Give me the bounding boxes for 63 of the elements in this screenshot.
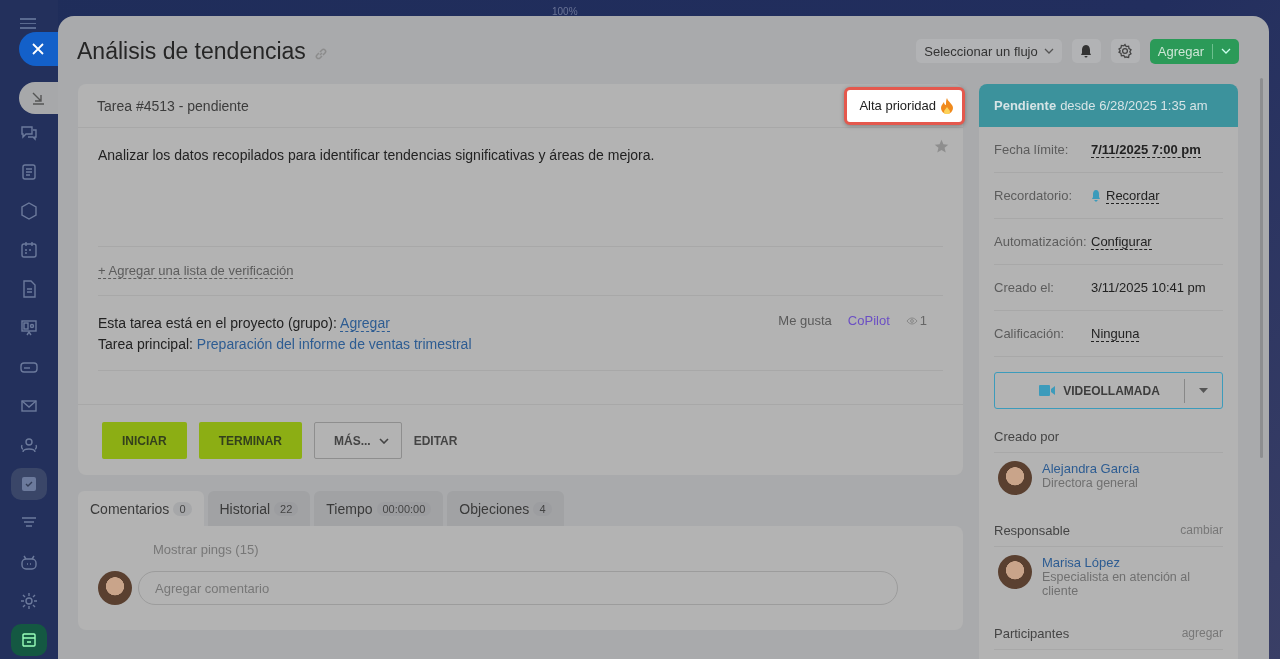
field-value: 3/11/2025 10:41 pm bbox=[1091, 280, 1206, 295]
task-description: Analizar los datos recopilados para identificar tendencias significativas y áreas de mejora. bbox=[98, 146, 656, 163]
chevron-down-icon bbox=[378, 437, 389, 444]
action-button[interactable]: INICIAR bbox=[102, 422, 187, 459]
deadline-value[interactable]: 7/11/2025 7:00 pm bbox=[1091, 141, 1201, 158]
person-name[interactable]: Marisa López bbox=[1042, 555, 1212, 570]
reminder-link[interactable]: Recordar bbox=[1106, 187, 1160, 204]
edit-button[interactable]: EDITAR bbox=[413, 433, 458, 448]
parent-task-link[interactable]: Preparación del informe de ventas trimestral bbox=[196, 336, 472, 352]
task-title: Análisis de tendencias bbox=[77, 37, 306, 65]
flame-icon bbox=[941, 97, 953, 114]
bell-icon bbox=[1091, 189, 1101, 202]
tab[interactable]: Comentarios 0 bbox=[78, 491, 204, 526]
link-icon[interactable] bbox=[313, 47, 328, 61]
camera-icon bbox=[1039, 385, 1056, 396]
add-checklist-link[interactable]: + Agregar una lista de verificación bbox=[98, 263, 294, 279]
project-label: Esta tarea está en el proyecto (grupo): bbox=[98, 315, 337, 331]
action-button[interactable]: TERMINAR bbox=[198, 422, 302, 459]
status-header: Pendiente desde 6/28/2025 1:35 am bbox=[979, 84, 1238, 127]
field-label: Calificación: bbox=[994, 326, 1066, 341]
flow-select[interactable]: Seleccionar un flujo bbox=[916, 39, 1062, 63]
field-label: Creado el: bbox=[994, 280, 1055, 295]
close-icon bbox=[32, 43, 44, 55]
add-button[interactable]: Agregar bbox=[1149, 38, 1239, 64]
person-role: Especialista en atención al cliente bbox=[1042, 570, 1191, 598]
view-count: 1 bbox=[919, 313, 927, 328]
video-call-button[interactable]: VIDEOLLAMADA bbox=[994, 372, 1223, 409]
star-icon[interactable] bbox=[934, 139, 949, 154]
avatar bbox=[998, 555, 1032, 589]
field-link[interactable]: Configurar bbox=[1091, 233, 1152, 250]
avatar bbox=[998, 461, 1032, 495]
copilot-link[interactable]: CoPilot bbox=[847, 313, 890, 328]
avatar bbox=[98, 571, 132, 605]
comment-input[interactable]: Agregar comentario bbox=[138, 571, 898, 605]
collapse-icon bbox=[31, 91, 45, 105]
eye-icon bbox=[905, 316, 918, 325]
person-role: Directora general bbox=[1042, 476, 1139, 490]
person-name[interactable]: Alejandra García bbox=[1042, 461, 1212, 476]
field-label: Fecha límite: bbox=[994, 142, 1070, 157]
chevron-down-icon bbox=[1043, 48, 1054, 54]
settings-icon[interactable] bbox=[1110, 39, 1140, 63]
add-project-link[interactable]: Agregar bbox=[340, 315, 390, 332]
check-icon[interactable] bbox=[11, 468, 47, 500]
tab[interactable]: Tiempo 00:00:00 bbox=[314, 491, 444, 526]
tab[interactable]: Objeciones 4 bbox=[447, 491, 564, 526]
store-icon[interactable] bbox=[11, 624, 47, 656]
section-title: Participantes bbox=[994, 626, 1070, 641]
zoom-label: 100% bbox=[552, 6, 578, 17]
like-link[interactable]: Me gusta bbox=[778, 313, 832, 328]
caret-icon[interactable] bbox=[1199, 388, 1208, 393]
section-title: Creado por bbox=[994, 429, 1060, 444]
priority-badge[interactable]: Alta prioridad bbox=[844, 86, 965, 125]
menu-icon[interactable] bbox=[20, 18, 36, 29]
parent-task-label: Tarea principal: bbox=[98, 336, 193, 352]
field-label: Automatización: bbox=[994, 234, 1088, 249]
chevron-down-icon[interactable] bbox=[1221, 48, 1231, 54]
field-link[interactable]: Ninguna bbox=[1091, 325, 1140, 342]
more-button[interactable]: MÁS... bbox=[314, 422, 402, 459]
task-heading: Tarea #4513 - pendiente bbox=[97, 97, 249, 114]
bell-icon[interactable] bbox=[1071, 39, 1101, 63]
field-label: Recordatorio: bbox=[994, 188, 1074, 203]
tab[interactable]: Historial 22 bbox=[207, 491, 311, 526]
section-title: Responsable bbox=[994, 523, 1070, 538]
